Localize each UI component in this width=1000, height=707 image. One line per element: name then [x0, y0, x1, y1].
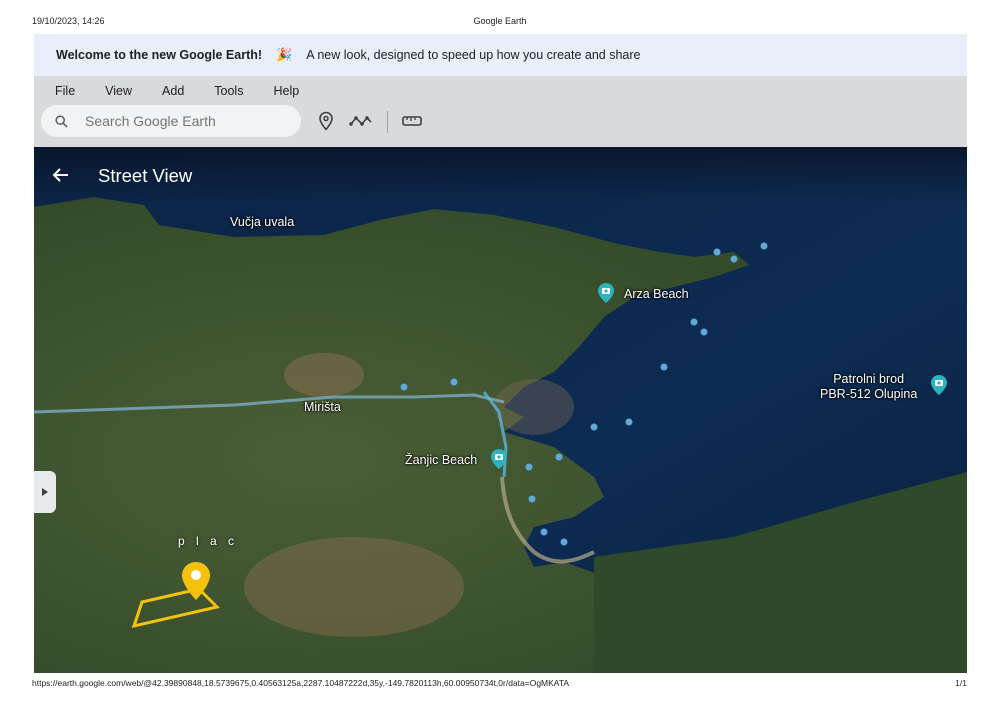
- ruler-icon[interactable]: [400, 109, 424, 133]
- party-popper-icon: 🎉: [276, 47, 293, 62]
- photo-pin-icon[interactable]: [930, 374, 948, 401]
- back-arrow-icon[interactable]: [50, 164, 72, 186]
- search-icon: [55, 114, 69, 128]
- label-patrol-line1: Patrolni brod: [833, 372, 905, 386]
- path-icon[interactable]: [349, 109, 373, 133]
- label-patrol-line2: PBR-512 Olupina: [820, 387, 918, 401]
- label-plac: p l a c: [178, 534, 239, 548]
- menu-add[interactable]: Add: [153, 81, 193, 101]
- placemark-pin-icon[interactable]: [180, 561, 212, 606]
- print-page-number: 1/1: [955, 678, 967, 688]
- print-header: 19/10/2023, 14:26 Google Earth: [0, 16, 1000, 30]
- toolbar: File View Add Tools Help: [34, 76, 967, 147]
- search-box[interactable]: [41, 105, 301, 137]
- label-zanjic-beach: Žanjic Beach: [405, 453, 478, 467]
- village-south: [244, 537, 464, 637]
- village-zanjic: [494, 379, 574, 435]
- photo-pin-icon[interactable]: [597, 282, 615, 309]
- street-view-title: Street View: [98, 165, 193, 186]
- banner-text: A new look, designed to speed up how you…: [306, 48, 641, 62]
- search-input[interactable]: [83, 112, 287, 130]
- menu-file[interactable]: File: [46, 81, 84, 101]
- label-patrol-boat: Patrolni brod PBR-512 Olupina: [820, 372, 917, 402]
- menu-tools[interactable]: Tools: [205, 81, 252, 101]
- menu-view[interactable]: View: [96, 81, 141, 101]
- street-view-header: Street View: [34, 147, 967, 203]
- menu-help[interactable]: Help: [264, 81, 308, 101]
- toolbar-divider: [387, 111, 388, 133]
- welcome-banner: Welcome to the new Google Earth! 🎉 A new…: [34, 34, 967, 76]
- label-arza-beach: Arza Beach: [624, 287, 689, 301]
- chevron-right-icon: [42, 488, 48, 496]
- photo-pin-icon[interactable]: [490, 448, 508, 475]
- placemark-icon[interactable]: [314, 109, 338, 133]
- print-url: https://earth.google.com/web/@42.3989084…: [32, 678, 570, 688]
- side-panel-toggle[interactable]: [34, 471, 56, 513]
- google-earth-app: Welcome to the new Google Earth! 🎉 A new…: [34, 34, 967, 673]
- satellite-map[interactable]: [34, 147, 967, 673]
- label-mirista: Mirišta: [304, 400, 341, 414]
- label-vucja-uvala: Vučja uvala: [230, 215, 295, 229]
- print-title: Google Earth: [473, 16, 527, 26]
- banner-title: Welcome to the new Google Earth!: [56, 48, 263, 62]
- menu-bar: File View Add Tools Help: [46, 81, 320, 101]
- village-mirista: [284, 353, 364, 397]
